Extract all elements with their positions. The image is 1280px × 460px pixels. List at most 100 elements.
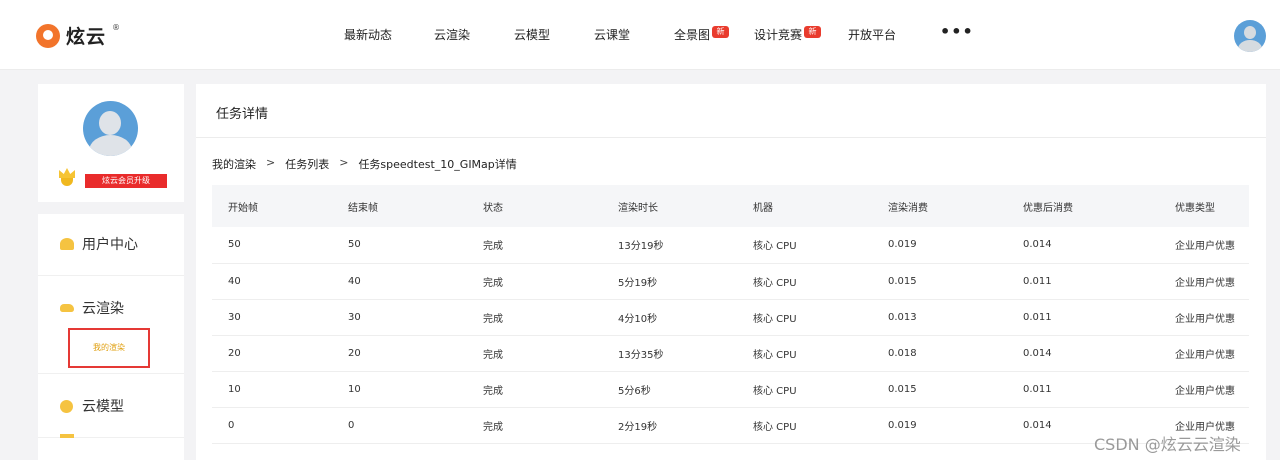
- nav-item-open-platform[interactable]: 开放平台: [848, 26, 940, 45]
- sidebar-item-label: 云模型: [82, 399, 124, 415]
- cell-render-time: 2分19秒: [618, 421, 658, 433]
- column-header: 渲染消费: [888, 202, 928, 214]
- nav-item-panorama[interactable]: 全景图新: [674, 26, 754, 45]
- cell-status: 完成: [483, 421, 503, 433]
- user-icon: [60, 238, 74, 250]
- cell-end-frame: 20: [348, 347, 361, 359]
- frame-detail-table: 开始帧 结束帧 状态 渲染时长 机器 渲染消费 优惠后消费 优惠类型 50 50…: [212, 185, 1249, 444]
- cell-start-frame: 0: [228, 419, 235, 431]
- cell-render-time: 13分19秒: [618, 241, 664, 253]
- breadcrumb-separator: >: [266, 156, 276, 169]
- top-navigation-bar: 炫云 ® 最新动态 云渲染 云模型 云课堂 全景图新 设计竞赛新 开放平台 ••…: [0, 0, 1280, 70]
- table-row: 50 50 完成 13分19秒 核心 CPU 0.019 0.014 企业用户优…: [212, 227, 1249, 263]
- cell-render-cost: 0.019: [888, 419, 917, 431]
- panel-header: 任务详情: [196, 84, 1266, 138]
- cell-discounted-cost: 0.011: [1023, 311, 1052, 323]
- breadcrumb-current: 任务speedtest_10_GIMap详情: [358, 158, 517, 171]
- table-row: 40 40 完成 5分19秒 核心 CPU 0.015 0.011 企业用户优惠: [212, 263, 1249, 299]
- new-badge: 新: [712, 26, 730, 38]
- breadcrumb-my-renders[interactable]: 我的渲染: [212, 156, 256, 172]
- cell-machine: 核心 CPU: [753, 385, 797, 397]
- cell-status: 完成: [483, 241, 503, 253]
- table-row: 20 20 完成 13分35秒 核心 CPU 0.018 0.014 企业用户优…: [212, 335, 1249, 371]
- task-detail-panel: 任务详情 我的渲染 > 任务列表 > 任务speedtest_10_GIMap详…: [196, 84, 1266, 460]
- vip-upgrade-button[interactable]: 炫云会员升级: [85, 174, 167, 188]
- cell-render-cost: 0.015: [888, 275, 917, 287]
- cell-discount-type[interactable]: 企业用户优惠: [1159, 227, 1249, 263]
- sidebar-item-label: 云渲染: [82, 301, 124, 317]
- cell-render-cost: 0.015: [888, 383, 917, 395]
- cell-status: 完成: [483, 277, 503, 289]
- watermark-text: CSDN @炫云云渲染: [1094, 435, 1241, 454]
- column-header: 机器: [753, 202, 773, 214]
- nav-item-design-contest[interactable]: 设计竞赛新: [754, 26, 848, 45]
- column-header: 优惠后消费: [1023, 202, 1073, 214]
- cell-end-frame: 50: [348, 239, 361, 251]
- cell-status: 完成: [483, 349, 503, 361]
- cell-discount-type[interactable]: 企业用户优惠: [1159, 299, 1249, 335]
- logo-icon: [36, 23, 60, 48]
- cell-discounted-cost: 0.014: [1023, 347, 1052, 359]
- table-row: 10 10 完成 5分6秒 核心 CPU 0.015 0.011 企业用户优惠: [212, 371, 1249, 407]
- column-header: 开始帧: [228, 202, 258, 214]
- profile-avatar[interactable]: [83, 101, 138, 156]
- brand-name: 炫云: [66, 26, 107, 48]
- breadcrumb-task-list[interactable]: 任务列表: [285, 156, 329, 172]
- submenu-my-renders[interactable]: 我的渲染: [68, 328, 150, 368]
- cell-render-time: 5分6秒: [618, 385, 651, 397]
- next-menu-icon: [60, 434, 74, 438]
- cell-render-time: 4分10秒: [618, 313, 658, 325]
- brand-registered-mark: ®: [112, 23, 121, 32]
- main-nav: 最新动态 云渲染 云模型 云课堂 全景图新 设计竞赛新 开放平台 •••: [344, 22, 974, 45]
- nav-item-cloud-class[interactable]: 云课堂: [594, 26, 674, 45]
- breadcrumb: 我的渲染 > 任务列表 > 任务speedtest_10_GIMap详情: [212, 156, 517, 172]
- more-menu-icon[interactable]: •••: [940, 22, 974, 41]
- cell-start-frame: 20: [228, 347, 241, 359]
- cell-status: 完成: [483, 313, 503, 325]
- cell-render-cost: 0.019: [888, 239, 917, 251]
- cell-status: 完成: [483, 385, 503, 397]
- cell-machine: 核心 CPU: [753, 349, 797, 361]
- cell-machine: 核心 CPU: [753, 241, 797, 253]
- cell-machine: 核心 CPU: [753, 313, 797, 325]
- user-avatar-icon[interactable]: [1234, 20, 1266, 52]
- cell-start-frame: 40: [228, 275, 241, 287]
- nav-item-cloud-render[interactable]: 云渲染: [434, 26, 514, 45]
- brand-logo[interactable]: 炫云 ®: [36, 22, 120, 49]
- cell-discounted-cost: 0.014: [1023, 239, 1052, 251]
- breadcrumb-separator: >: [339, 156, 349, 169]
- cell-discounted-cost: 0.011: [1023, 383, 1052, 395]
- sidebar-menu: 用户中心 云渲染 我的渲染 云模型: [38, 214, 184, 460]
- cell-discount-type[interactable]: 企业用户优惠: [1159, 371, 1249, 407]
- cloud-icon: [60, 304, 74, 312]
- cell-end-frame: 10: [348, 383, 361, 395]
- cell-machine: 核心 CPU: [753, 421, 797, 433]
- cell-start-frame: 30: [228, 311, 241, 323]
- column-header: 渲染时长: [618, 202, 658, 214]
- cell-end-frame: 0: [348, 419, 355, 431]
- cell-render-cost: 0.018: [888, 347, 917, 359]
- cell-start-frame: 10: [228, 383, 241, 395]
- user-profile-card: 炫云会员升级: [38, 84, 184, 202]
- cell-discount-type[interactable]: 企业用户优惠: [1159, 263, 1249, 299]
- column-header: 优惠类型: [1175, 202, 1215, 214]
- column-header: 结束帧: [348, 202, 378, 214]
- sidebar-item-cloud-model[interactable]: 云模型: [38, 376, 184, 438]
- cell-discount-type[interactable]: 企业用户优惠: [1159, 335, 1249, 371]
- column-header: 状态: [483, 202, 503, 214]
- page-title: 任务详情: [216, 107, 269, 122]
- nav-item-cloud-model[interactable]: 云模型: [514, 26, 594, 45]
- cell-start-frame: 50: [228, 239, 241, 251]
- cell-machine: 核心 CPU: [753, 277, 797, 289]
- vip-crown-icon: [59, 168, 75, 186]
- cell-render-time: 5分19秒: [618, 277, 658, 289]
- cell-render-time: 13分35秒: [618, 349, 664, 361]
- cell-end-frame: 40: [348, 275, 361, 287]
- table-header-row: 开始帧 结束帧 状态 渲染时长 机器 渲染消费 优惠后消费 优惠类型: [212, 185, 1249, 227]
- new-badge: 新: [804, 26, 822, 38]
- cell-render-cost: 0.013: [888, 311, 917, 323]
- cell-discounted-cost: 0.011: [1023, 275, 1052, 287]
- nav-item-news[interactable]: 最新动态: [344, 26, 434, 45]
- sidebar-item-user-center[interactable]: 用户中心: [38, 214, 184, 276]
- cell-end-frame: 30: [348, 311, 361, 323]
